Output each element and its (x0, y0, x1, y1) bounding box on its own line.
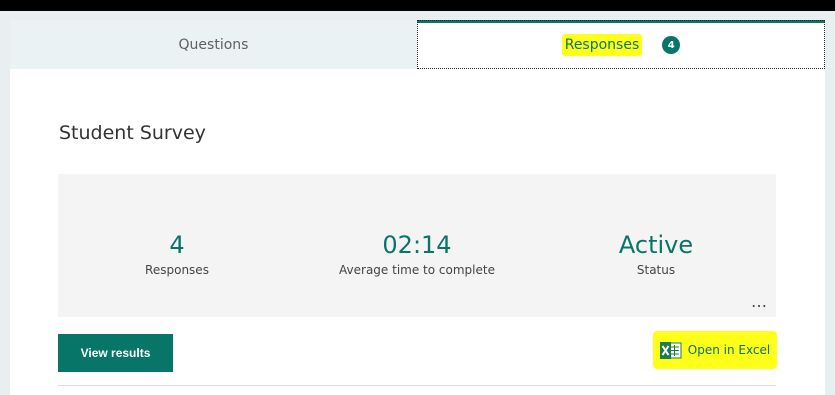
tab-responses-label: Responses (561, 34, 643, 56)
open-in-excel-label: Open in Excel (687, 343, 771, 357)
stat-average-time: 02:14 Average time to complete (339, 230, 495, 277)
responses-panel: Student Survey 4 Responses 02:14 Average… (10, 69, 825, 395)
stat-average-time-value: 02:14 (382, 231, 452, 259)
tab-bar: Questions Responses 4 (10, 20, 825, 69)
open-in-excel-button[interactable]: Open in Excel (653, 331, 777, 369)
stats-summary: 4 Responses 02:14 Average time to comple… (58, 174, 776, 317)
view-results-button[interactable]: View results (58, 334, 173, 372)
stat-average-time-label: Average time to complete (339, 263, 495, 277)
tab-questions-label: Questions (178, 36, 249, 53)
stat-responses: 4 Responses (145, 230, 209, 277)
stat-status: Active Status (619, 230, 693, 277)
stat-status-value: Active (618, 231, 694, 259)
stat-status-label: Status (636, 263, 676, 277)
responses-count-badge: 4 (662, 36, 681, 54)
survey-title: Student Survey (59, 122, 206, 144)
stat-responses-label: Responses (145, 263, 209, 277)
tab-responses-content: Responses 4 (561, 34, 681, 56)
stat-responses-value: 4 (169, 231, 185, 259)
tab-questions[interactable]: Questions (10, 20, 417, 69)
divider (58, 385, 776, 386)
more-options-icon[interactable]: … (751, 292, 768, 311)
excel-icon (659, 341, 682, 359)
top-bar (0, 0, 835, 11)
tab-responses[interactable]: Responses 4 (417, 20, 825, 69)
